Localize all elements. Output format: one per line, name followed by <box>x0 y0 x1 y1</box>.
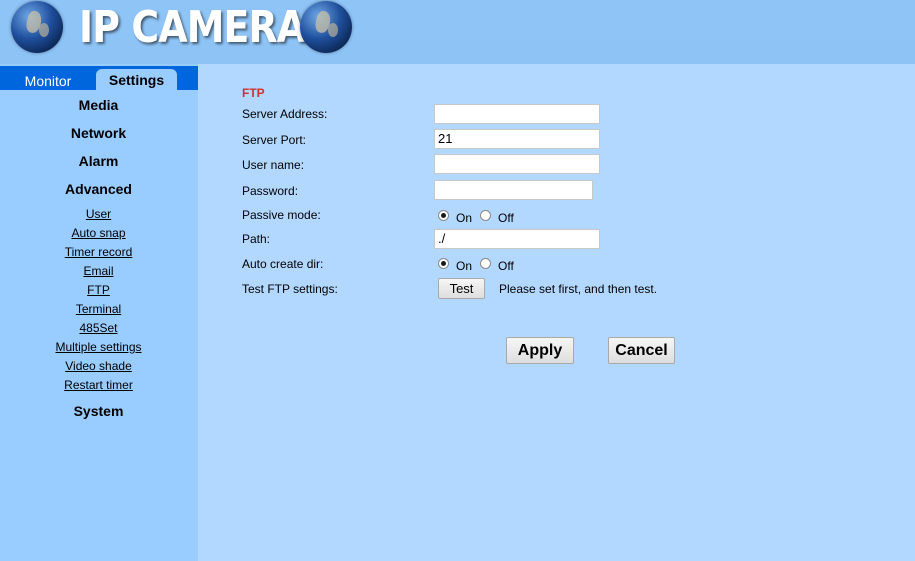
cancel-button[interactable]: Cancel <box>608 337 675 364</box>
auto-create-dir-off-radio[interactable] <box>480 258 491 269</box>
sidebar-link-auto-snap[interactable]: Auto snap <box>0 226 197 240</box>
server-port-label: Server Port: <box>242 133 307 147</box>
sidebar: Monitor Settings Media Network Alarm Adv… <box>0 66 198 561</box>
sidebar-link-restart-timer[interactable]: Restart timer <box>0 378 197 392</box>
user-name-input[interactable] <box>434 154 600 174</box>
sidebar-item-system[interactable]: System <box>0 403 197 419</box>
apply-button[interactable]: Apply <box>506 337 574 364</box>
auto-create-dir-on-radio[interactable] <box>438 258 449 269</box>
passive-mode-off-label: Off <box>498 211 514 225</box>
sidebar-item-alarm[interactable]: Alarm <box>0 153 197 169</box>
tab-settings[interactable]: Settings <box>96 69 177 90</box>
password-label: Password: <box>242 184 299 198</box>
sidebar-link-multiple-settings[interactable]: Multiple settings <box>0 340 197 354</box>
sidebar-link-ftp[interactable]: FTP <box>0 283 197 297</box>
sidebar-item-advanced[interactable]: Advanced <box>0 181 197 197</box>
sidebar-item-network[interactable]: Network <box>0 125 197 141</box>
globe-icon <box>300 1 352 53</box>
test-button[interactable]: Test <box>438 278 485 299</box>
path-label: Path: <box>242 232 271 246</box>
sidebar-link-video-shade[interactable]: Video shade <box>0 359 197 373</box>
test-ftp-label: Test FTP settings: <box>242 282 338 296</box>
password-input[interactable] <box>434 180 593 200</box>
sidebar-item-media[interactable]: Media <box>0 97 197 113</box>
passive-mode-off-radio[interactable] <box>480 210 491 221</box>
header-banner: IP CAMERA <box>0 0 915 64</box>
path-input[interactable]: ./ <box>434 229 600 249</box>
sidebar-link-terminal[interactable]: Terminal <box>0 302 197 316</box>
sidebar-link-user[interactable]: User <box>0 207 197 221</box>
auto-create-dir-label: Auto create dir: <box>242 257 324 271</box>
tab-monitor[interactable]: Monitor <box>0 70 96 91</box>
globe-icon <box>11 1 63 53</box>
sidebar-link-timer-record[interactable]: Timer record <box>0 245 197 259</box>
test-hint: Please set first, and then test. <box>499 282 658 296</box>
passive-mode-on-radio[interactable] <box>438 210 449 221</box>
brand-title: IP CAMERA <box>79 2 306 53</box>
auto-create-dir-on-label: On <box>456 259 473 273</box>
server-address-input[interactable] <box>434 104 600 124</box>
sidebar-link-email[interactable]: Email <box>0 264 197 278</box>
passive-mode-on-label: On <box>456 211 473 225</box>
auto-create-dir-off-label: Off <box>498 259 514 273</box>
server-address-label: Server Address: <box>242 107 328 121</box>
section-title: FTP <box>242 86 265 100</box>
user-name-label: User name: <box>242 158 305 172</box>
passive-mode-label: Passive mode: <box>242 208 321 222</box>
tab-bar: Monitor Settings <box>0 66 198 90</box>
server-port-input[interactable]: 21 <box>434 129 600 149</box>
sidebar-link-485set[interactable]: 485Set <box>0 321 197 335</box>
